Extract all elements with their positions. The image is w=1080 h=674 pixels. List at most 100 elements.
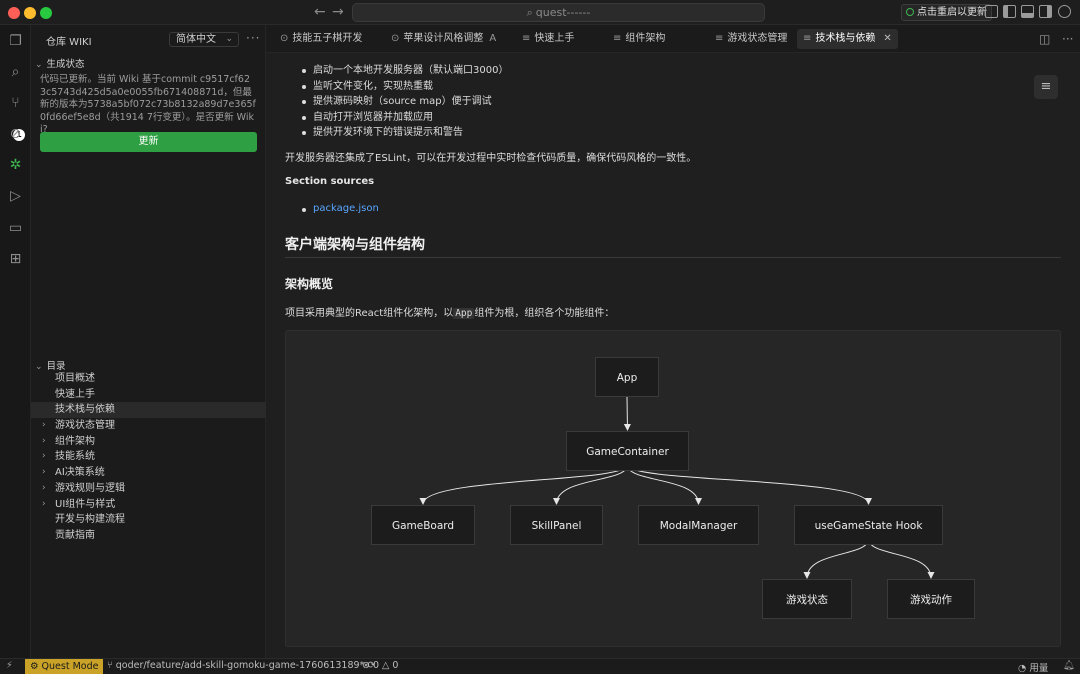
git-branch[interactable]: ⑂ qoder/feature/add-skill-gomoku-game-17… (107, 660, 375, 671)
toggle-panel-icon[interactable] (1021, 5, 1034, 18)
remote-explorer-icon[interactable]: ▭ (7, 220, 24, 237)
chevron-right-icon: › (42, 435, 46, 446)
tab-label: 技术栈与依赖 (815, 33, 876, 44)
warning-icon: △ (379, 660, 393, 671)
bullet-item: 提供源码映射（source map）便于调试 (301, 94, 508, 110)
toc-item-label: AI决策系统 (55, 467, 105, 479)
editor-tabs: ◫ ··· ⊙ 技能五子棋开发 ⊙ 苹果设计风格调整 A ≡ 快速上手 ≡ 组件架构 ≡ 游戏状态管… (266, 25, 1080, 53)
section-sources-heading: Section sources (285, 176, 375, 187)
doc-icon: ≡ (613, 33, 622, 44)
toggle-sidebar-icon[interactable] (1003, 5, 1016, 18)
doc-icon: ≡ (803, 33, 812, 44)
explorer-icon[interactable]: ❐ (7, 33, 24, 50)
title-bar: ← → ⌕ quest------ 点击重启以更新 (0, 0, 1080, 25)
more-actions-icon[interactable]: ··· (246, 31, 260, 45)
wiki-content: 启动一个本地开发服务器（默认端口3000） 监听文件变化，实现热重载 提供源码映射（… (266, 53, 1080, 658)
usage-indicator[interactable]: ◔ 用量 (1018, 660, 1048, 674)
section-heading: 客户端架构与组件结构 (285, 237, 425, 253)
generation-status-text: 代码已更新。当前 Wiki 基于commit c9517cf623c5743d4… (40, 74, 256, 135)
outline-toggle-button[interactable]: ≡ (1034, 75, 1058, 99)
tab-0[interactable]: ⊙ 技能五子棋开发 (280, 25, 362, 53)
inline-code: App (453, 308, 475, 319)
language-select[interactable]: 简体中文 ⌄ (169, 32, 239, 47)
generation-status-header[interactable]: ⌄ 生成状态 (35, 56, 85, 70)
toc-item-label: 技能系统 (55, 451, 95, 463)
run-debug-icon[interactable]: ▷ (7, 188, 24, 205)
toc-item[interactable]: › AI决策系统 (31, 465, 266, 481)
chevron-right-icon: › (42, 482, 46, 493)
search-icon[interactable]: ⌕ (7, 64, 24, 81)
window-maximize-button[interactable] (40, 7, 52, 19)
restart-update-button[interactable]: 点击重启以更新 (901, 4, 992, 21)
source-control-icon[interactable]: ⑂ (7, 95, 24, 112)
toc-item-label: 开发与构建流程 (55, 514, 125, 526)
chat-icon: ⊙ (280, 33, 289, 44)
problems-indicator[interactable]: ⊗ 0 △ 0 (362, 660, 398, 671)
more-actions-icon[interactable]: ··· (1062, 32, 1073, 46)
toggle-secondary-sidebar-icon[interactable] (1039, 5, 1052, 18)
tab-5[interactable]: ≡ 技术栈与依赖 ✕ (797, 29, 898, 49)
language-select-value: 简体中文 (176, 34, 216, 45)
chat-icon: ⊙ (391, 33, 400, 44)
tab-1[interactable]: ⊙ 苹果设计风格调整 A (391, 25, 496, 53)
toc-item-label: 快速上手 (55, 388, 95, 400)
notifications-bell-icon[interactable]: 🔔︎ (1063, 660, 1075, 671)
toc-item[interactable]: › 组件架构 (31, 434, 266, 450)
generation-status-label: 生成状态 (46, 59, 85, 70)
branch-label: qoder/feature/add-skill-gomoku-game-1760… (115, 660, 365, 671)
bullet-item: 启动一个本地开发服务器（默认端口3000） (301, 63, 508, 79)
window-minimize-button[interactable] (24, 7, 36, 19)
paragraph-text: 项目采用典型的React组件化架构，以 (285, 308, 454, 319)
tab-label: 快速上手 (534, 33, 575, 44)
usage-icon: ◔ (1018, 663, 1030, 674)
close-icon[interactable]: ✕ (883, 33, 891, 44)
split-editor-icon[interactable]: ◫ (1039, 32, 1050, 46)
restart-update-label: 点击重启以更新 (917, 7, 987, 18)
tab-label: 游戏状态管理 (727, 33, 788, 44)
toc-item-label: 游戏状态管理 (55, 420, 115, 432)
toc-item[interactable]: › UI组件与样式 (31, 497, 266, 513)
bullet-item: 提供开发环境下的错误提示和警告 (301, 125, 508, 141)
back-arrow-icon[interactable]: ← (314, 4, 326, 20)
toc-item[interactable]: 快速上手 (31, 387, 266, 403)
toc-header[interactable]: ⌄ 目录 (35, 358, 66, 372)
toc-item[interactable]: 技术栈与依赖 (31, 402, 266, 419)
bullet-item: 监听文件变化，实现热重载 (301, 79, 508, 95)
toc-item-label: 项目概述 (55, 373, 95, 384)
tab-4[interactable]: ≡ 游戏状态管理 (715, 25, 787, 53)
package-json-link[interactable]: package.json (302, 203, 379, 214)
command-search-box[interactable]: ⌕ quest------ (352, 3, 765, 22)
remote-icon[interactable]: ⚡ (6, 660, 13, 671)
toc-item[interactable]: › 技能系统 (31, 449, 266, 465)
toc-item-label: 游戏规则与逻辑 (55, 482, 125, 494)
toc-item[interactable]: 开发与构建流程 (31, 512, 266, 528)
compass-icon[interactable]: ⊘ (7, 126, 24, 143)
diagram-node-container: GameContainer (566, 431, 689, 471)
extensions-icon[interactable]: ⊞ (7, 251, 24, 268)
window-close-button[interactable] (8, 7, 20, 19)
accounts-icon[interactable] (985, 5, 998, 18)
toc-item[interactable]: 贡献指南 (31, 528, 266, 544)
tab-2[interactable]: ≡ 快速上手 (522, 25, 574, 53)
architecture-diagram: App GameContainer GameBoard SkillPanel Modal… (285, 330, 1061, 647)
feature-bullet-list: 启动一个本地开发服务器（默认端口3000） 监听文件变化，实现热重载 提供源码映射（… (301, 63, 508, 141)
update-wiki-button[interactable]: 更新 (40, 132, 257, 152)
toc-item[interactable]: › 游戏状态管理 (31, 418, 266, 434)
tab-3[interactable]: ≡ 组件架构 (613, 25, 665, 53)
chevron-right-icon: › (42, 420, 46, 431)
repo-wiki-icon[interactable]: ✲ (7, 157, 24, 174)
branch-icon: ⑂ (107, 660, 116, 671)
toc-item-label: UI组件与样式 (55, 498, 116, 510)
forward-arrow-icon[interactable]: → (332, 4, 344, 20)
quest-mode-indicator[interactable]: ⚙ Quest Mode (25, 659, 104, 674)
warning-count: 0 (392, 660, 399, 671)
tab-label: 苹果设计风格调整 (403, 33, 484, 44)
chevron-right-icon: › (42, 451, 46, 462)
update-status-icon (906, 8, 914, 16)
toc-item[interactable]: › 游戏规则与逻辑 (31, 481, 266, 497)
paragraph-architecture: 项目采用典型的React组件化架构，以 App 组件为根，组织各个功能组件： (285, 304, 614, 319)
activity-bar: ❐ ⌕ ⑂ 1 ⊘ ✲ ▷ ▭ ⊞ (0, 25, 31, 658)
account-icon[interactable] (1058, 5, 1071, 18)
toc-item[interactable]: 项目概述 (31, 371, 266, 387)
search-icon: ⌕ (526, 6, 533, 19)
